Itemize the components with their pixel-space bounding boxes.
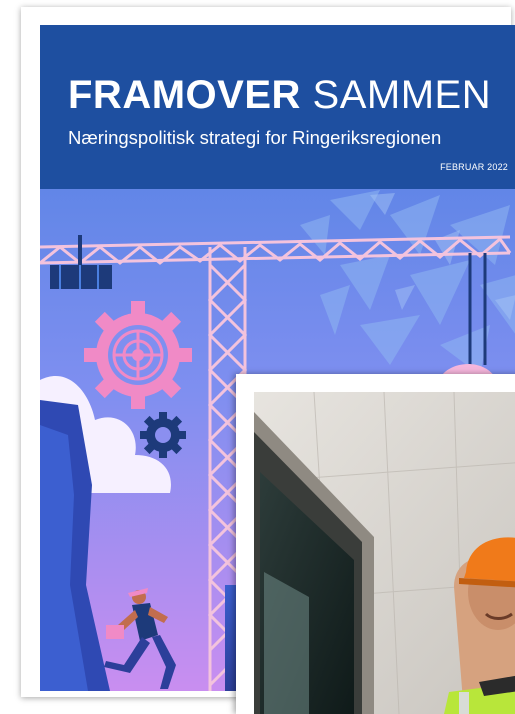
photo-scene — [254, 392, 515, 714]
gear-icon — [140, 412, 186, 458]
cover-subtitle: Næringspolitisk strategi for Ringeriksre… — [68, 127, 442, 148]
gear-icon — [84, 301, 192, 409]
cover-header: FRAMOVER SAMMEN Næringspolitisk strategi… — [40, 25, 515, 189]
worker-photo-frame — [236, 374, 515, 714]
construction-worker-photo — [254, 392, 515, 714]
cover-date: FEBRUAR 2022 — [440, 162, 508, 172]
cover-title: FRAMOVER SAMMEN — [68, 75, 508, 115]
title-light: SAMMEN — [312, 73, 492, 117]
title-bold: FRAMOVER — [68, 73, 301, 117]
